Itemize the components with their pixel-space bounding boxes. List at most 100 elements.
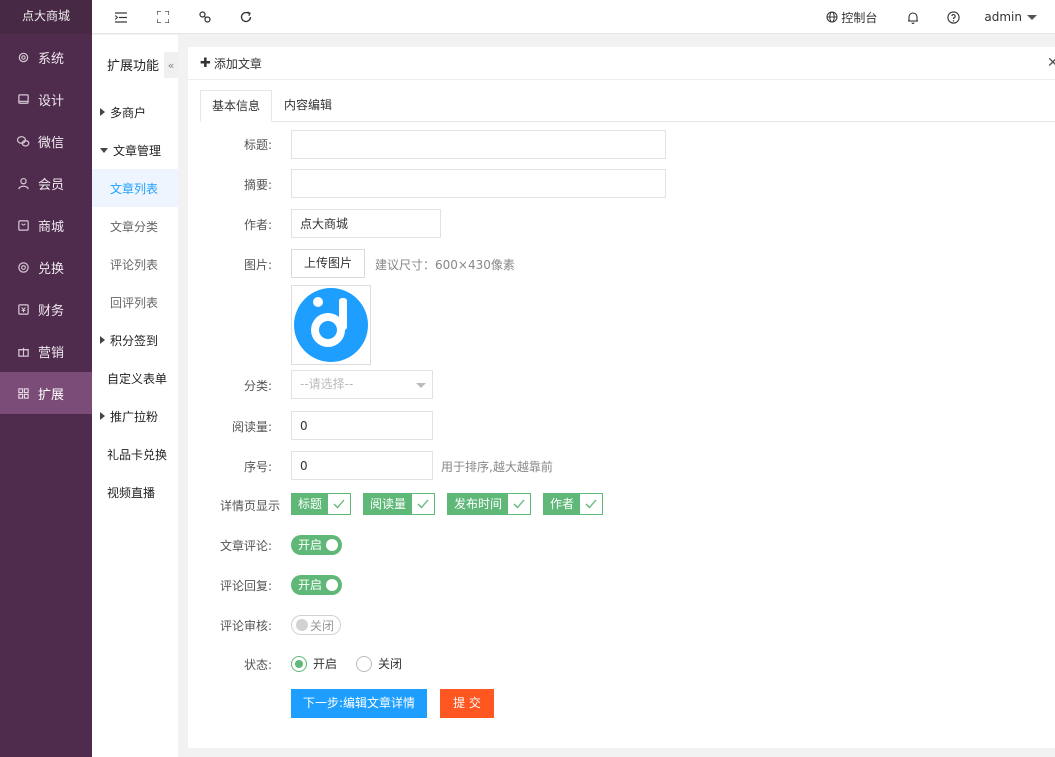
- reply-label: 评论回复:: [219, 579, 272, 593]
- panel-title: 添加文章: [213, 56, 262, 71]
- tab-content-edit[interactable]: 内容编辑: [273, 90, 343, 122]
- brand-name: 点大商城: [0, 0, 92, 34]
- exchange-icon: [16, 260, 30, 274]
- sidebar-item-label: 财务: [38, 303, 65, 319]
- subnav-item-article-category[interactable]: 文章分类: [92, 207, 178, 245]
- check-icon: [580, 494, 603, 514]
- next-step-button[interactable]: 下一步:编辑文章详情: [291, 689, 428, 718]
- sidebar-item-exchange[interactable]: 兑换: [0, 246, 92, 288]
- reply-toggle[interactable]: 开启: [291, 575, 343, 595]
- summary-label: 摘要:: [243, 178, 272, 192]
- category-label: 分类:: [243, 379, 272, 393]
- plus-icon: ✚: [200, 55, 211, 71]
- sidebar-item-label: 会员: [38, 177, 65, 193]
- order-hint: 用于排序,越大越靠前: [441, 460, 553, 474]
- subnav-group-promotion[interactable]: 推广拉粉: [92, 397, 178, 435]
- menu-toggle-icon[interactable]: [110, 0, 132, 34]
- order-label: 序号:: [243, 460, 272, 474]
- subnav-item-reply-list[interactable]: 回评列表: [92, 283, 178, 321]
- toggle-text: 开启: [298, 578, 323, 592]
- caret-right-icon: [100, 108, 105, 116]
- review-label: 评论审核:: [219, 619, 272, 633]
- radio-circle: [291, 655, 307, 672]
- logo-image: [292, 286, 370, 364]
- detail-display-label: 详情页显示: [219, 499, 280, 513]
- sidebar-item-label: 营销: [38, 345, 65, 361]
- subnav-item-gift-card[interactable]: 礼品卡兑换: [92, 435, 178, 473]
- sidebar-item-design[interactable]: 设计: [0, 78, 92, 120]
- sidebar-item-finance[interactable]: 财务: [0, 288, 92, 330]
- panel-header: ✚ 添加文章: [188, 47, 1055, 80]
- chevron-down-icon: [416, 383, 426, 388]
- sidebar-item-label: 扩展: [38, 387, 65, 403]
- subnav-item-article-list[interactable]: 文章列表: [92, 169, 178, 207]
- views-input[interactable]: [291, 411, 433, 440]
- console-link[interactable]: 控制台: [812, 0, 891, 34]
- gift-icon: [16, 344, 30, 358]
- subnav-title-text: 扩展功能: [107, 58, 160, 74]
- sidebar-item-label: 系统: [38, 51, 65, 67]
- comment-label: 文章评论:: [219, 539, 272, 553]
- detail-option-views[interactable]: 阅读量: [363, 493, 436, 515]
- sidebar-item-system[interactable]: 系统: [0, 36, 92, 78]
- fullscreen-icon[interactable]: [152, 0, 174, 34]
- subnav-title: 扩展功能 «: [92, 35, 178, 93]
- subnav-item-custom-form[interactable]: 自定义表单: [92, 359, 178, 397]
- check-icon: [328, 494, 351, 514]
- caret-right-icon: [100, 412, 105, 420]
- radio-label: 关闭: [378, 657, 403, 671]
- toggle-knob: [326, 539, 339, 551]
- link-icon[interactable]: [194, 0, 216, 34]
- main-panel: ✚ 添加文章 ✕ 基本信息 内容编辑 标题: 摘要: 作者: 图片: 上传图片 …: [188, 47, 1055, 748]
- sidebar-item-wechat[interactable]: 微信: [0, 120, 92, 162]
- sub-sidebar: 扩展功能 « 多商户 文章管理 文章列表 文章分类 评论列表 回评列表 积分签到…: [92, 35, 178, 757]
- category-select[interactable]: --请选择--: [291, 370, 433, 399]
- subnav-group-article[interactable]: 文章管理: [92, 131, 178, 169]
- tab-basic-info[interactable]: 基本信息: [200, 90, 273, 122]
- toggle-text: 关闭: [310, 619, 335, 633]
- main-sidebar: 点大商城 系统 设计 微信 会员 商城 兑换 财务 营销 扩展: [0, 0, 92, 757]
- detail-option-author[interactable]: 作者: [543, 493, 604, 515]
- shop-icon: [16, 218, 30, 232]
- apps-icon: [16, 386, 30, 400]
- collapse-button[interactable]: «: [164, 52, 178, 78]
- subnav-group-multi-merchant[interactable]: 多商户: [92, 93, 178, 131]
- review-toggle[interactable]: 关闭: [291, 615, 342, 635]
- close-icon[interactable]: ✕: [1047, 55, 1055, 71]
- comment-toggle[interactable]: 开启: [291, 535, 343, 555]
- status-radio-on[interactable]: 开启: [291, 655, 337, 672]
- author-input[interactable]: [291, 209, 441, 238]
- subnav-item-live-video[interactable]: 视频直播: [92, 473, 178, 511]
- image-label: 图片:: [243, 258, 272, 272]
- upload-image-button[interactable]: 上传图片: [291, 249, 366, 278]
- bell-icon[interactable]: [891, 0, 933, 34]
- sidebar-item-extension[interactable]: 扩展: [0, 372, 92, 414]
- console-label: 控制台: [841, 10, 878, 25]
- top-bar: 控制台 admin: [92, 0, 1055, 34]
- chevron-down-icon: [1027, 14, 1037, 20]
- sidebar-item-label: 设计: [38, 93, 65, 109]
- help-icon[interactable]: [933, 0, 974, 34]
- article-image-thumbnail[interactable]: [291, 285, 371, 365]
- summary-input[interactable]: [291, 169, 666, 198]
- subnav-item-comment-list[interactable]: 评论列表: [92, 245, 178, 283]
- order-input[interactable]: [291, 451, 433, 480]
- submit-button[interactable]: 提 交: [440, 689, 494, 718]
- user-menu[interactable]: admin: [974, 0, 1055, 34]
- caret-right-icon: [100, 336, 105, 344]
- title-input[interactable]: [291, 130, 666, 159]
- refresh-icon[interactable]: [235, 0, 257, 34]
- category-placeholder: --请选择--: [300, 377, 354, 391]
- detail-option-publish-time[interactable]: 发布时间: [447, 493, 532, 515]
- sidebar-item-marketing[interactable]: 营销: [0, 330, 92, 372]
- detail-option-title[interactable]: 标题: [291, 493, 352, 515]
- monitor-icon: [16, 92, 30, 106]
- user-icon: [16, 176, 30, 190]
- sidebar-item-shop[interactable]: 商城: [0, 204, 92, 246]
- gear-icon: [16, 50, 30, 64]
- sidebar-item-member[interactable]: 会员: [0, 162, 92, 204]
- sidebar-item-label: 商城: [38, 219, 65, 235]
- status-radio-off[interactable]: 关闭: [356, 655, 402, 672]
- subnav-group-points[interactable]: 积分签到: [92, 321, 178, 359]
- check-icon: [508, 494, 531, 514]
